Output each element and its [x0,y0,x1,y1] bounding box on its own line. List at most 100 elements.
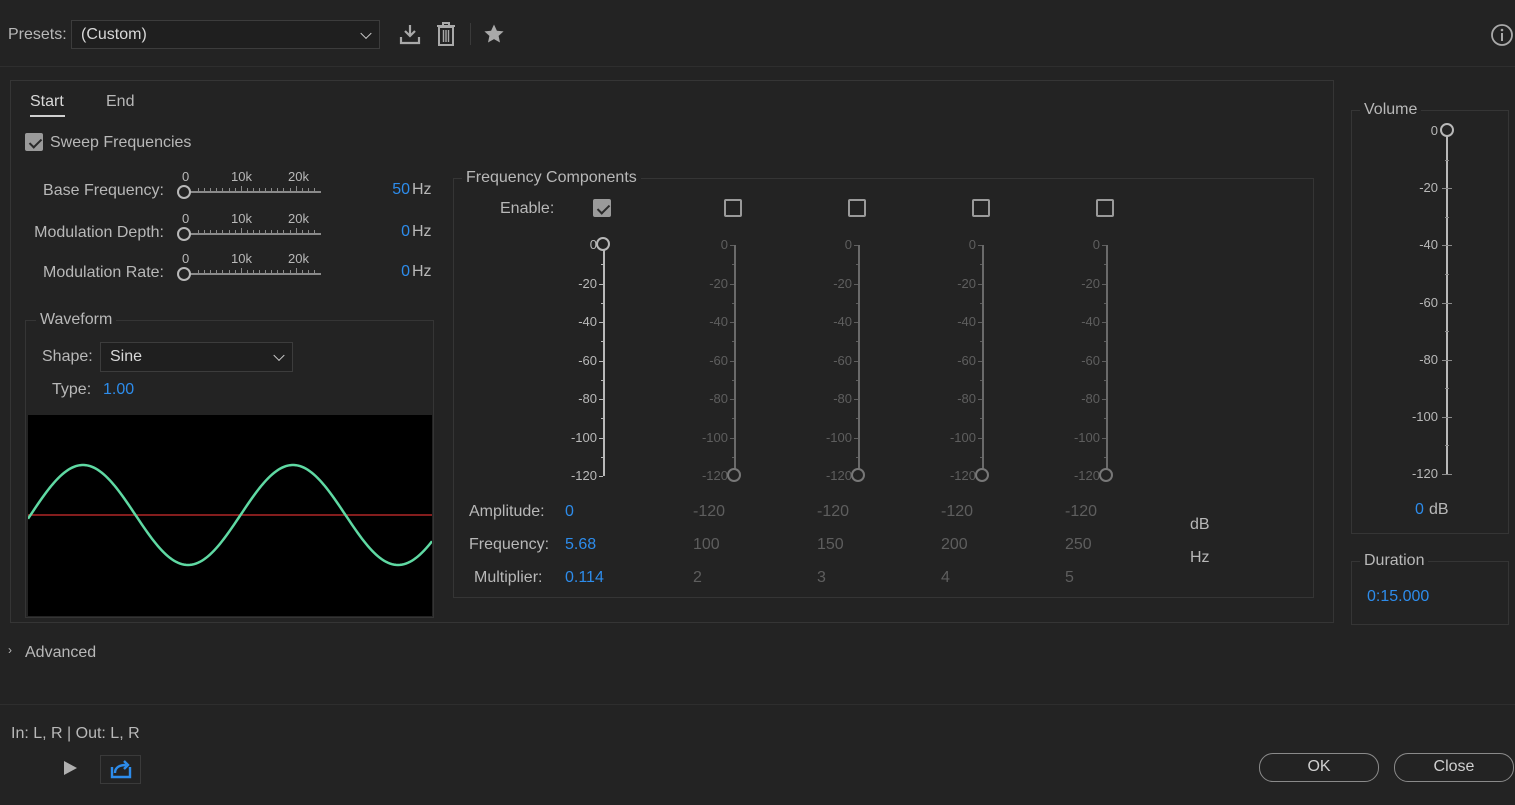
duration-value[interactable]: 0:15.000 [1367,588,1429,606]
shape-dropdown[interactable]: Sine [100,342,293,372]
close-button[interactable]: Close [1394,753,1514,782]
component-scale-label: -40 [833,314,852,329]
ok-button[interactable]: OK [1259,753,1379,782]
component-minor-tick [732,418,734,420]
component-minor-tick [980,456,982,458]
component-amplitude-knob[interactable] [1099,468,1113,482]
type-value[interactable]: 1.00 [103,381,134,399]
io-channels: In: L, R | Out: L, R [11,725,140,742]
component-minor-tick [980,379,982,381]
slider-knob[interactable] [177,185,191,199]
component-amplitude-value: -120 [1065,503,1098,520]
slider-tick [216,230,218,233]
slider-scale-label: 10k [231,211,252,226]
slider-tick [204,230,206,233]
component-scale-label: 0 [968,237,976,252]
component-enable-checkbox[interactable] [1096,199,1114,217]
info-icon[interactable] [1490,23,1514,47]
component-scale-label: -80 [833,391,852,406]
component-scale-tick [730,437,734,439]
slider-scale-label: 0 [182,169,190,184]
component-enable-checkbox[interactable] [724,199,742,217]
slider-scale-label: 20k [288,251,309,266]
download-icon[interactable] [398,22,422,46]
volume-minor-tick [1445,331,1449,333]
component-scale-label: -20 [709,275,728,291]
slider-tick [198,230,199,233]
advanced-toggle[interactable]: Advanced [25,644,96,662]
slider-tick [289,188,291,191]
enable-label: Enable: [500,200,555,217]
component-minor-tick [601,341,603,343]
play-icon[interactable] [62,760,78,776]
component-frequency-value[interactable]: 5.68 [565,536,596,554]
trash-icon[interactable] [435,21,457,47]
component-scale-label: -20 [578,275,597,291]
slider-knob[interactable] [177,227,191,241]
tab-end[interactable]: End [106,93,134,111]
presets-label: Presets: [8,26,67,43]
component-scale-label: -60 [709,352,728,368]
component-scale-tick [730,399,734,400]
star-icon[interactable] [483,23,505,45]
slider-scale-label: 0 [182,251,190,266]
volume-knob[interactable] [1440,123,1454,137]
component-enable-checkbox[interactable] [972,199,990,217]
slider-scale-label: 10k [231,251,252,266]
component-amplitude-knob[interactable] [975,468,989,482]
slider-tick [246,270,248,273]
chevron-right-icon[interactable]: › [8,643,12,657]
slider-value[interactable]: 50 [392,181,410,199]
slider-unit: Hz [412,181,432,198]
component-scale-label: -120 [570,468,597,483]
slider-tick [234,188,236,191]
component-amplitude-knob[interactable] [596,237,610,251]
component-scale-tick [978,245,982,246]
slider-tick [222,188,224,191]
waveform-preview [28,415,432,616]
slider-tick [240,268,242,273]
slider-tick [210,230,212,233]
slider-tick [271,270,273,273]
component-enable-checkbox[interactable] [593,199,611,217]
slider-knob[interactable] [177,267,191,281]
tab-start[interactable]: Start [30,93,64,111]
slider-value[interactable]: 0 [401,223,410,241]
component-scale-tick [978,283,982,285]
presets-dropdown[interactable]: (Custom) [71,20,380,49]
slider-tick [265,188,267,191]
slider-unit: Hz [412,223,432,240]
slider-tick [307,270,309,273]
slider-tick [198,188,199,191]
slider-tick [277,270,279,273]
component-multiplier-value: 3 [817,569,826,586]
component-amplitude-value[interactable]: 0 [565,503,574,521]
loop-button[interactable] [100,755,141,784]
volume-scale-tick [1442,188,1452,190]
slider-tick [216,188,218,191]
slider-tick [313,230,315,233]
component-minor-tick [856,418,858,420]
slider-tick [228,270,230,273]
duration-title: Duration [1360,552,1429,570]
slider-value[interactable]: 0 [401,263,410,281]
component-scale-label: -80 [578,391,597,406]
slider-tick [259,270,260,273]
volume-scale-label: -40 [1419,237,1438,253]
component-scale-tick [978,322,982,323]
component-minor-tick [601,456,603,458]
component-multiplier-value[interactable]: 0.114 [565,569,604,587]
component-amplitude-knob[interactable] [727,468,741,482]
slider-tick [295,186,297,191]
volume-scale-tick [1442,302,1452,304]
component-enable-checkbox[interactable] [848,199,866,217]
component-amplitude-knob[interactable] [851,468,865,482]
component-scale-label: -100 [949,429,976,445]
volume-unit: dB [1429,501,1449,518]
component-scale-tick [978,360,982,362]
component-minor-tick [601,379,603,381]
sweep-frequencies-checkbox[interactable] [25,133,43,151]
slider-tick [301,270,303,273]
volume-value[interactable]: 0 [1415,501,1424,519]
slider-tick [252,188,254,191]
